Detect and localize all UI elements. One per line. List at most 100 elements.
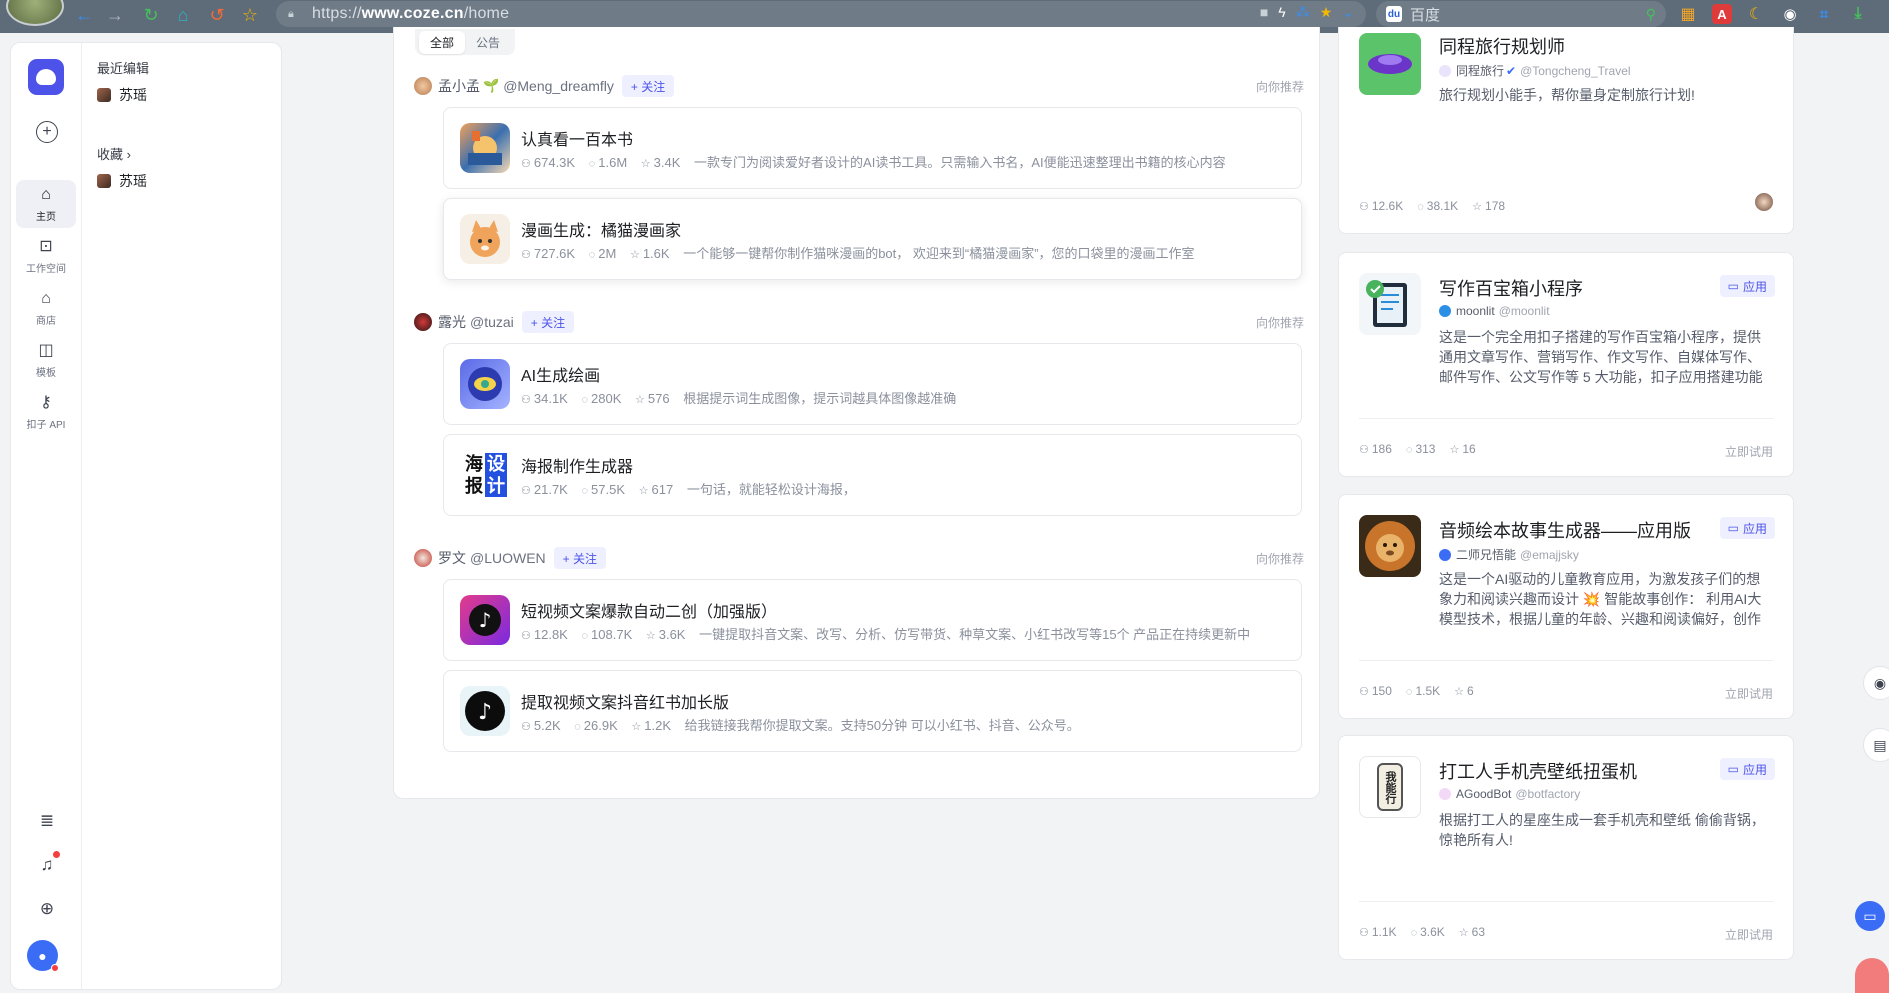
try-now-link[interactable]: 立即试用: [1725, 443, 1773, 460]
chat-icon: ◌: [588, 249, 596, 261]
pdf-extension-icon[interactable]: A: [1712, 4, 1732, 24]
bot-card[interactable]: ♪ 短视频文案爆款自动二创（加强版） ⚇ 12.8K ◌ 108.7K ☆ 3.6K …: [443, 579, 1302, 661]
assistant-float-icon[interactable]: ◉: [1863, 666, 1889, 700]
crop-extension-icon[interactable]: ⌗: [1814, 4, 1834, 24]
upgrade-icon[interactable]: ⊕: [35, 897, 59, 921]
favorite-item[interactable]: 苏瑶: [97, 171, 147, 191]
star-icon: ☆: [640, 158, 651, 170]
bot-card[interactable]: 漫画生成：橘猫漫画家 ⚇ 727.6K ◌ 2M ☆ 1.6K 一个能够一键帮你制作猫…: [443, 198, 1302, 280]
creator-avatar[interactable]: [414, 77, 432, 95]
app-card[interactable]: 写作百宝箱小程序 ▭ 应用 moonlit @moonlit 这是一个完全用扣子搭…: [1338, 252, 1794, 477]
lightning-icon[interactable]: ϟ: [1278, 4, 1285, 21]
app-title: 同程旅行规划师: [1439, 37, 1565, 57]
author-avatar: [1439, 548, 1451, 561]
lion-story-app-icon: [1359, 515, 1421, 577]
author-avatar: [1439, 305, 1451, 317]
coze-logo-icon[interactable]: [28, 59, 64, 95]
rail-item-home[interactable]: ⌂ 主页: [16, 180, 76, 228]
star-icon: ☆: [631, 721, 642, 733]
app-card[interactable]: 音频绘本故事生成器——应用版 ▭ 应用 二师兄悟能 @emajjsky 这是一个A…: [1338, 494, 1794, 719]
create-plus-icon[interactable]: +: [36, 121, 58, 143]
app-card[interactable]: 我能行 打工人手机壳壁纸扭蛋机 ▭ 应用 AGoodBot @botfactory…: [1338, 735, 1794, 960]
bot-meta: ⚇ 34.1K ◌ 280K ☆ 576 根据提示词生成图像，提示词越具体图像越准确: [521, 391, 957, 406]
rail-item-workspace[interactable]: ⊡ 工作空间: [16, 232, 76, 280]
bot-card[interactable]: 海设 报计 海报制作生成器 ⚇ 21.7K ◌ 57.5K ☆ 617 一句话，就能轻…: [443, 434, 1302, 516]
app-author: 同程旅行 ✔ @Tongcheng_Travel: [1439, 62, 1631, 79]
follow-button[interactable]: + 关注: [521, 311, 575, 333]
url-text: https://www.coze.cn/home: [312, 5, 510, 22]
bot-meta: ⚇ 674.3K ◌ 1.6M ☆ 3.4K 一款专门为阅读爱好者设计的AI读书工具。…: [521, 155, 1226, 170]
svg-text:♪: ♪: [479, 608, 492, 632]
try-now-link[interactable]: 立即试用: [1725, 685, 1773, 702]
bot-card[interactable]: 认真看一百本书 ⚇ 674.3K ◌ 1.6M ☆ 3.4K 一款专门为阅读爱好者设计…: [443, 107, 1302, 189]
home-icon: ⌂: [41, 185, 51, 203]
creator-name[interactable]: 孟小孟: [438, 76, 480, 96]
try-now-link[interactable]: 立即试用: [1725, 926, 1773, 943]
bot-card[interactable]: ♪ 提取视频文案抖音红书加长版 ⚇ 5.2K ◌ 26.9K ☆ 1.2K 给我链接我…: [443, 670, 1302, 752]
star-icon: ☆: [1454, 686, 1465, 698]
lock-icon: 🔒︎: [288, 7, 294, 20]
app-badge: ▭ 应用: [1719, 275, 1775, 297]
favorites-heading[interactable]: 收藏 ›: [97, 144, 131, 163]
rail-item-store[interactable]: ⌂ 商店: [16, 284, 76, 332]
creator-name[interactable]: 罗文: [438, 548, 466, 568]
recent-item[interactable]: 苏瑶: [97, 85, 147, 105]
back-icon[interactable]: ←: [72, 3, 96, 27]
template-icon: ◫: [38, 341, 54, 359]
users-icon: ⚇: [521, 394, 531, 406]
tab-announcement[interactable]: 公告: [465, 31, 511, 54]
refresh-icon[interactable]: ↻: [139, 3, 163, 27]
star-icon: ☆: [635, 394, 645, 406]
creator-avatar[interactable]: [414, 313, 432, 331]
rail-item-template[interactable]: ◫ 模板: [16, 336, 76, 384]
user-avatar[interactable]: ●: [27, 940, 59, 972]
recent-heading: 最近编辑: [97, 61, 150, 76]
app-author: 二师兄悟能 @emajjsky: [1439, 546, 1579, 563]
app-card[interactable]: 同程旅行规划师 同程旅行 ✔ @Tongcheng_Travel 旅行规划小能手，…: [1338, 27, 1794, 234]
address-bar[interactable]: 🔒︎ https://www.coze.cn/home ■ ϟ ⁂ ★ ⌄: [276, 1, 1366, 27]
feedback-chat-icon[interactable]: ▭: [1855, 901, 1885, 931]
docs-icon[interactable]: ≣: [35, 809, 59, 833]
users-icon: ⚇: [521, 630, 531, 642]
creator-name[interactable]: 露光: [438, 312, 466, 332]
app-badge: ▭ 应用: [1719, 758, 1775, 780]
search-icon[interactable]: ⚲: [1646, 6, 1656, 23]
phone-case-app-icon: 我能行: [1359, 756, 1421, 818]
collaborator-avatar[interactable]: [1755, 193, 1773, 211]
bot-meta: ⚇ 21.7K ◌ 57.5K ☆ 617 一句话，就能轻松设计海报，: [521, 482, 856, 497]
bell-icon[interactable]: ♫: [35, 851, 60, 877]
share-icon[interactable]: ⁂: [1296, 4, 1310, 21]
chat-icon: ◌: [1417, 201, 1424, 213]
browser-profile-avatar[interactable]: [6, 0, 64, 26]
app-badge: ▭ 应用: [1719, 517, 1775, 539]
download-icon[interactable]: ⤓: [1848, 4, 1868, 24]
star-icon: ☆: [1458, 927, 1469, 939]
dropdown-icon[interactable]: ⌄: [1342, 4, 1354, 21]
home-page-icon[interactable]: ⌂: [171, 3, 195, 27]
rail-item-api[interactable]: ⚷ 扣子 API: [16, 388, 76, 436]
follow-button[interactable]: + 关注: [621, 75, 675, 97]
app-title: 写作百宝箱小程序: [1439, 279, 1583, 299]
bookmark-star-icon[interactable]: ☆: [238, 3, 262, 27]
apps-grid-icon[interactable]: ▦: [1678, 4, 1698, 24]
favorite-item-avatar: [97, 174, 111, 188]
app-title: 打工人手机壳壁纸扭蛋机: [1439, 762, 1637, 782]
video-icon[interactable]: ■: [1260, 4, 1268, 21]
bot-title: 海报制作生成器: [521, 459, 634, 476]
undo-icon[interactable]: ↺: [205, 3, 229, 27]
follow-button[interactable]: + 关注: [553, 547, 607, 569]
users-icon: ⚇: [521, 721, 531, 733]
notes-float-icon[interactable]: ▤: [1863, 728, 1889, 762]
nav-rail: + ⌂ 主页 ⊡ 工作空间 ⌂ 商店 ◫ 模板 ⚷ 扣子 API ≣ ♫ ⊕ ●: [11, 43, 82, 989]
creator-avatar[interactable]: [414, 549, 432, 567]
divider: [1359, 901, 1773, 902]
favorite-star-icon[interactable]: ★: [1320, 4, 1333, 21]
moon-extension-icon[interactable]: ☾: [1746, 4, 1766, 24]
bot-title: 提取视频文案抖音红书加长版: [521, 695, 730, 712]
bot-card[interactable]: AI生成绘画 ⚇ 34.1K ◌ 280K ☆ 576 根据提示词生成图像，提示词越具…: [443, 343, 1302, 425]
forward-icon[interactable]: →: [103, 3, 127, 27]
mascot-icon[interactable]: [1855, 958, 1889, 993]
search-box[interactable]: du 百度 ⚲: [1376, 1, 1666, 27]
tab-all[interactable]: 全部: [419, 30, 466, 54]
bilibili-extension-icon[interactable]: ◉: [1780, 4, 1800, 24]
